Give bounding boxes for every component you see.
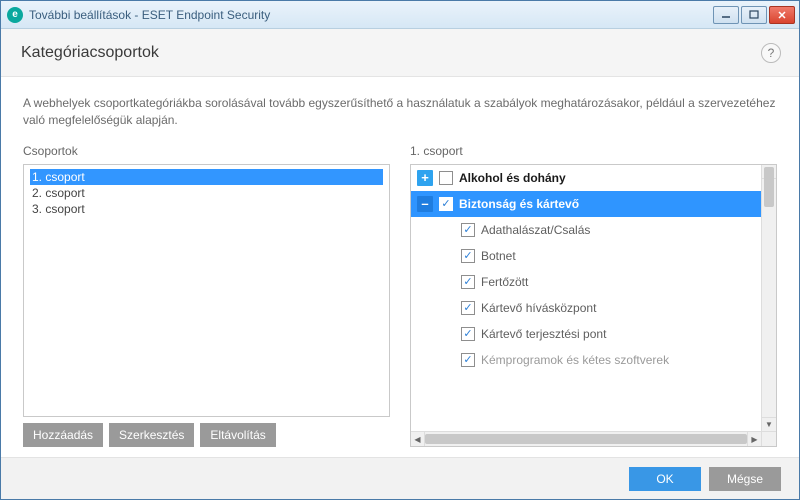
category-child-row[interactable]: ✓ Kártevő terjesztési pont (411, 321, 761, 347)
checkbox[interactable]: ✓ (461, 223, 475, 237)
groups-button-row: Hozzáadás Szerkesztés Eltávolítás (23, 423, 390, 447)
remove-button[interactable]: Eltávolítás (200, 423, 275, 447)
content: A webhelyek csoportkategóriákba sorolásá… (1, 77, 799, 457)
group-item[interactable]: 1. csoport (30, 169, 383, 185)
category-label: Botnet (481, 249, 516, 263)
window: e További beállítások - ESET Endpoint Se… (0, 0, 800, 500)
window-title: További beállítások - ESET Endpoint Secu… (29, 8, 713, 22)
category-parent-row[interactable]: –✓ Biztonság és kártevő (411, 191, 761, 217)
groups-label: Csoportok (23, 144, 390, 158)
category-child-row[interactable]: ✓ Kémprogramok és kétes szoftverek (411, 347, 761, 373)
category-label: Kártevő terjesztési pont (481, 327, 606, 341)
group-item[interactable]: 2. csoport (30, 185, 383, 201)
minimize-icon (721, 11, 731, 19)
category-parent-row[interactable]: + Alkohol és dohány (411, 165, 761, 191)
checkbox[interactable]: ✓ (461, 301, 475, 315)
horizontal-scrollbar[interactable]: ◀ ▶ (411, 431, 761, 446)
scroll-left-icon[interactable]: ◀ (411, 432, 425, 446)
categories-treebox: +Alkohol és dohány–✓Biztonság és kártevő… (410, 164, 777, 447)
vertical-scroll-thumb[interactable] (764, 167, 774, 207)
category-label: Kémprogramok és kétes szoftverek (481, 353, 669, 367)
checkbox[interactable]: ✓ (461, 275, 475, 289)
checkbox[interactable] (439, 171, 453, 185)
cancel-button[interactable]: Mégse (709, 467, 781, 491)
tree-content: +Alkohol és dohány–✓Biztonság és kártevő… (411, 165, 761, 431)
tree-scroll-area: +Alkohol és dohány–✓Biztonság és kártevő… (411, 165, 776, 446)
maximize-icon (749, 10, 759, 20)
category-label: Alkohol és dohány (459, 171, 566, 185)
groups-column: Csoportok 1. csoport2. csoport3. csoport… (23, 144, 390, 447)
expand-icon[interactable]: + (417, 170, 433, 186)
category-label: Adathalászat/Csalás (481, 223, 590, 237)
categories-label: 1. csoport (410, 144, 777, 158)
page-title: Kategóriacsoportok (21, 44, 159, 62)
close-button[interactable] (769, 6, 795, 24)
header: Kategóriacsoportok ? (1, 29, 799, 77)
add-button[interactable]: Hozzáadás (23, 423, 103, 447)
window-controls (713, 6, 795, 24)
titlebar: e További beállítások - ESET Endpoint Se… (1, 1, 799, 29)
category-label: Biztonság és kártevő (459, 197, 579, 211)
scroll-right-icon[interactable]: ▶ (747, 432, 761, 446)
help-button[interactable]: ? (761, 43, 781, 63)
checkbox[interactable]: ✓ (439, 197, 453, 211)
category-label: Kártevő hívásközpont (481, 301, 596, 315)
app-logo-icon: e (7, 7, 23, 23)
collapse-icon[interactable]: – (417, 196, 433, 212)
group-item[interactable]: 3. csoport (30, 201, 383, 217)
checkbox[interactable]: ✓ (461, 249, 475, 263)
category-child-row[interactable]: ✓ Fertőzött (411, 269, 761, 295)
category-child-row[interactable]: ✓ Adathalászat/Csalás (411, 217, 761, 243)
checkbox[interactable]: ✓ (461, 353, 475, 367)
horizontal-scroll-thumb[interactable] (425, 434, 747, 444)
vertical-scrollbar[interactable]: ▲ ▼ (761, 165, 776, 431)
ok-button[interactable]: OK (629, 467, 701, 491)
category-child-row[interactable]: ✓ Kártevő hívásközpont (411, 295, 761, 321)
minimize-button[interactable] (713, 6, 739, 24)
close-icon (777, 10, 787, 20)
category-label: Fertőzött (481, 275, 528, 289)
groups-listbox[interactable]: 1. csoport2. csoport3. csoport (23, 164, 390, 417)
description-text: A webhelyek csoportkategóriákba sorolásá… (23, 95, 777, 130)
scroll-down-icon[interactable]: ▼ (762, 417, 776, 431)
columns: Csoportok 1. csoport2. csoport3. csoport… (23, 144, 777, 447)
categories-column: 1. csoport +Alkohol és dohány–✓Biztonság… (410, 144, 777, 447)
checkbox[interactable]: ✓ (461, 327, 475, 341)
scrollbar-corner (761, 431, 776, 446)
footer: OK Mégse (1, 457, 799, 499)
edit-button[interactable]: Szerkesztés (109, 423, 194, 447)
maximize-button[interactable] (741, 6, 767, 24)
category-child-row[interactable]: ✓ Botnet (411, 243, 761, 269)
